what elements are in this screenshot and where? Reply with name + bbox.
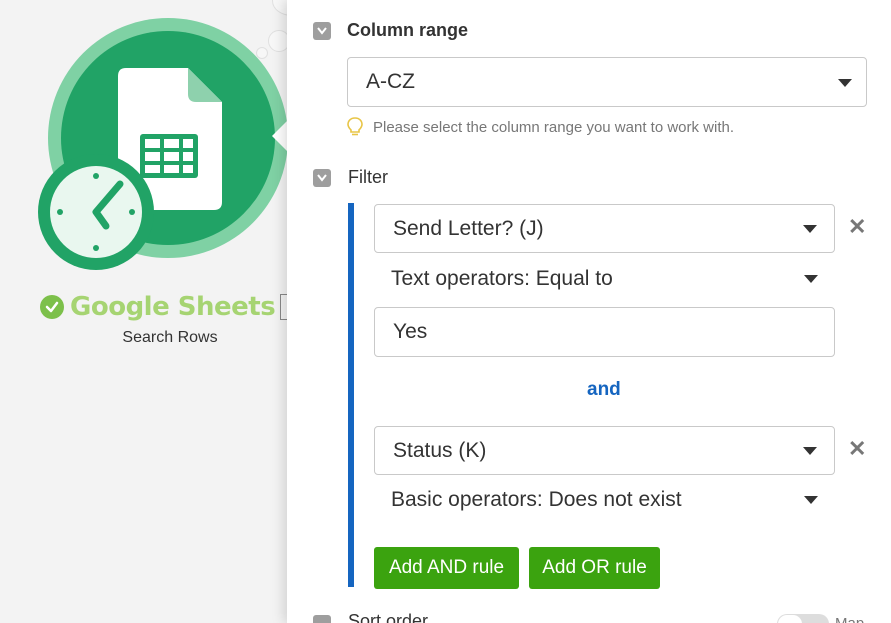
- filter-rule-2-operator-select[interactable]: Basic operators: Does not exist: [391, 488, 821, 516]
- filter-rule-1-operator: Text operators: Equal to: [391, 267, 613, 290]
- remove-rule-1-icon[interactable]: ✕: [848, 216, 866, 238]
- thought-bubble-small: [256, 47, 268, 59]
- caret-down-icon: [804, 496, 818, 504]
- column-range-label: Column range: [347, 20, 469, 40]
- caret-down-icon: [803, 225, 817, 233]
- chevron-down-icon: [317, 174, 327, 182]
- sort-order-collapse-toggle[interactable]: [313, 615, 331, 623]
- clock-icon[interactable]: [38, 154, 154, 270]
- module-pointer: [272, 120, 288, 152]
- filter-rule-1-value: Yes: [393, 320, 428, 343]
- column-range-collapse-toggle[interactable]: [313, 22, 331, 40]
- filter-label: Filter: [348, 167, 388, 187]
- add-or-rule-button[interactable]: Add OR rule: [529, 547, 660, 589]
- filter-rule-1-field: Send Letter? (J): [393, 216, 544, 240]
- filter-collapse-toggle[interactable]: [313, 169, 331, 187]
- add-and-rule-button[interactable]: Add AND rule: [374, 547, 519, 589]
- sort-order-label: Sort order: [348, 611, 429, 623]
- column-range-select[interactable]: A-CZ: [347, 57, 867, 107]
- map-toggle-label: Map: [835, 615, 864, 623]
- column-range-hint: Please select the column range you want …: [347, 117, 734, 137]
- filter-rule-2-operator: Basic operators: Does not exist: [391, 488, 682, 511]
- check-icon: [40, 295, 64, 319]
- filter-rule-1-value-input[interactable]: Yes: [374, 307, 835, 357]
- lightbulb-icon: [347, 117, 363, 136]
- filter-and-joiner: and: [587, 379, 621, 400]
- column-range-value: A-CZ: [366, 70, 415, 93]
- app-name-label: Google Sheets: [70, 292, 276, 322]
- chevron-down-icon: [317, 27, 327, 35]
- filter-rule-2-field: Status (K): [393, 438, 487, 462]
- map-toggle[interactable]: [777, 614, 829, 623]
- filter-group-bar: [348, 203, 354, 587]
- scenario-canvas[interactable]: Google Sheets Search Rows: [0, 0, 312, 623]
- filter-rule-2-field-select[interactable]: Status (K): [374, 426, 835, 475]
- caret-down-icon: [838, 79, 852, 87]
- filter-rule-1-field-select[interactable]: Send Letter? (J): [374, 204, 835, 253]
- hint-text: Please select the column range you want …: [373, 118, 735, 136]
- caret-down-icon: [804, 275, 818, 283]
- module-title[interactable]: Google Sheets: [40, 290, 276, 324]
- module-settings-panel: Column range A-CZ Please select the colu…: [287, 0, 891, 623]
- remove-rule-2-icon[interactable]: ✕: [848, 438, 866, 460]
- map-toggle-knob: [778, 615, 802, 623]
- caret-down-icon: [803, 447, 817, 455]
- module-action-label: Search Rows: [122, 329, 218, 346]
- filter-rule-1-operator-select[interactable]: Text operators: Equal to: [391, 267, 821, 295]
